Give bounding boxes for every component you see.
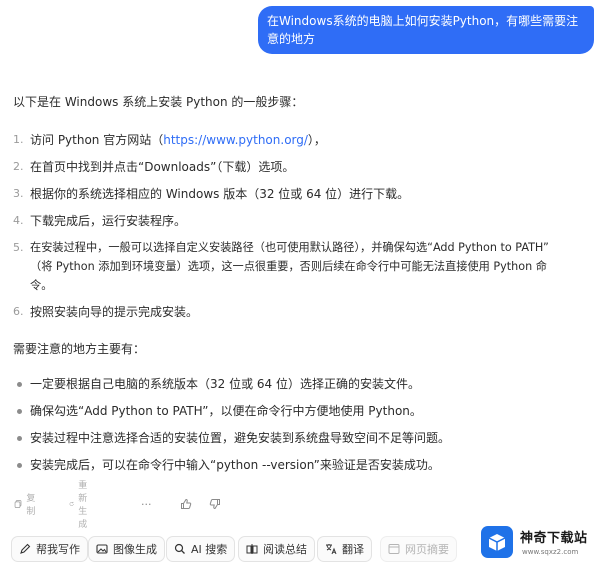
watermark-logo (481, 526, 513, 558)
step-number: 4. (13, 214, 24, 227)
bullet-dot (17, 382, 22, 387)
thumbs-down-icon (209, 499, 220, 510)
site-watermark: 神奇下载站 www.sqxz2.com (476, 521, 594, 565)
step-text: 下载完成后，运行安装程序。 (30, 214, 187, 228)
chip-label: 阅读总结 (263, 543, 307, 556)
step-number: 5. (13, 241, 24, 254)
write-assist-button[interactable]: 帮我写作 (11, 536, 88, 562)
search-icon (174, 543, 185, 554)
bullet-dot (17, 463, 22, 468)
dislike-button[interactable] (209, 494, 225, 514)
step-text: 在首页中找到并点击“Downloads”（下载）选项。 (30, 160, 295, 174)
step-text-after: ）， (307, 133, 326, 147)
webpage-summary-button[interactable]: 网页摘要 (380, 536, 457, 562)
step-text: 按照安装向导的提示完成安装。 (30, 305, 199, 319)
chip-label: 翻译 (342, 543, 364, 556)
translate-button[interactable]: 翻译 (317, 536, 372, 562)
bullet-dot (17, 436, 22, 441)
read-summary-button[interactable]: 阅读总结 (238, 536, 315, 562)
notes-heading: 需要注意的地方主要有： (13, 342, 146, 356)
chip-label: AI 搜索 (191, 543, 228, 556)
note-text: 确保勾选“Add Python to PATH”，以便在命令行中方便地使用 Py… (30, 404, 422, 418)
step-number: 1. (13, 133, 24, 146)
copy-label: 复制 (26, 494, 36, 517)
image-icon (96, 544, 108, 554)
copy-button[interactable]: 复制 (14, 494, 39, 517)
python-website-link[interactable]: https://www.python.org/ (163, 133, 308, 147)
step-text: 根据你的系统选择相应的 Windows 版本（32 位或 64 位）进行下载。 (30, 187, 410, 201)
image-generate-button[interactable]: 图像生成 (88, 536, 165, 562)
chip-label: 图像生成 (113, 543, 157, 556)
more-button[interactable]: ··· (141, 494, 152, 514)
step-text: 访问 Python 官方网站（https://www.python.org/）， (30, 131, 586, 149)
step-number: 2. (13, 160, 24, 173)
ai-search-button[interactable]: AI 搜索 (166, 536, 236, 562)
user-message-bubble: 在Windows系统的电脑上如何安装Python，有哪些需要注意的地方 (258, 6, 594, 54)
step-text-line: 在安装过程中，一般可以选择自定义安装路径（也可使用默认路径），并确保勾选“Add… (30, 241, 549, 254)
webpage-icon (388, 544, 400, 554)
box-icon (488, 534, 506, 551)
copy-icon (14, 500, 22, 508)
thumbs-up-icon (181, 498, 192, 509)
regenerate-label: 重新生成 (78, 481, 88, 530)
read-icon (246, 544, 258, 554)
note-text: 一定要根据自己电脑的系统版本（32 位或 64 位）选择正确的安装文件。 (30, 377, 420, 391)
step-text-before: 访问 Python 官方网站（ (30, 133, 164, 147)
watermark-title: 神奇下载站 (520, 531, 588, 546)
chat-page: 在Windows系统的电脑上如何安装Python，有哪些需要注意的地方 以下是在… (0, 0, 596, 583)
chip-label: 帮我写作 (36, 543, 80, 556)
pen-icon (20, 543, 31, 554)
regenerate-button[interactable]: 重新生成 (69, 481, 94, 530)
chip-label: 网页摘要 (405, 543, 449, 556)
step-text-line: （将 Python 添加到环境变量）选项，这一点很重要，否则后续在命令行中可能无… (30, 260, 547, 273)
translate-icon (326, 544, 337, 555)
answer-intro: 以下是在 Windows 系统上安装 Python 的一般步骤： (13, 95, 304, 109)
note-text: 安装完成后，可以在命令行中输入“python --version”来验证是否安装… (30, 458, 440, 472)
step-text-line: 令。 (30, 279, 53, 292)
refresh-icon (69, 501, 74, 506)
like-button[interactable] (180, 494, 196, 514)
watermark-url: www.sqxz2.com (522, 548, 579, 556)
note-text: 安装过程中注意选择合适的安装位置，避免安装到系统盘导致空间不足等问题。 (30, 431, 451, 445)
bullet-dot (17, 409, 22, 414)
step-number: 6. (13, 305, 24, 318)
step-number: 3. (13, 187, 24, 200)
